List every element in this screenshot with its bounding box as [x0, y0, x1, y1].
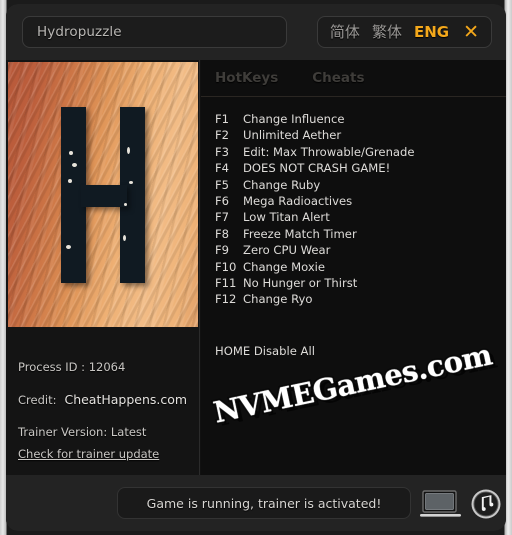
boxart-letter-h — [61, 106, 145, 283]
cheat-row[interactable]: F8 Freeze Match Timer — [215, 227, 500, 243]
lang-simplified-button[interactable]: 简体 — [330, 24, 360, 40]
cheat-row[interactable]: F7 Low Titan Alert — [215, 210, 500, 226]
cheat-label: Zero CPU Wear — [243, 243, 331, 258]
cheat-label: No Hunger or Thirst — [243, 275, 358, 290]
tab-cheats[interactable]: Cheats — [312, 70, 364, 86]
laptop-icon[interactable] — [420, 489, 462, 519]
cheat-hotkey: F12 — [215, 292, 237, 307]
tab-bar: HotKeys Cheats — [201, 60, 506, 97]
lang-traditional-button[interactable]: 繁体 — [372, 24, 402, 40]
credit-value: CheatHappens.com — [64, 392, 188, 407]
cheat-row[interactable]: F10 Change Moxie — [215, 260, 500, 276]
cheat-label: DOES NOT CRASH GAME! — [243, 161, 391, 176]
speck — [68, 178, 72, 183]
cheat-hotkey: F2 — [215, 128, 230, 143]
credit-label: Credit: — [18, 393, 57, 407]
speck — [129, 180, 133, 184]
cheat-list: F1 Change Influence F2 Unlimited Aether … — [215, 112, 500, 309]
cheat-label: Change Ruby — [243, 177, 321, 192]
speck — [66, 244, 71, 249]
cheat-row[interactable]: F3 Edit: Max Throwable/Grenade — [215, 145, 500, 161]
cheat-row[interactable]: F5 Change Ruby — [215, 178, 500, 194]
cheat-label: Low Titan Alert — [243, 210, 330, 225]
status-message-field: Game is running, trainer is activated! — [117, 487, 411, 519]
main-content: Process ID : 12064 Credit: CheatHappens.c… — [6, 60, 506, 475]
cheat-hotkey: F8 — [215, 226, 230, 241]
status-message-text: Game is running, trainer is activated! — [146, 495, 382, 511]
cheat-label: Change Influence — [243, 112, 345, 126]
speck — [124, 202, 127, 206]
trainer-window: Hydropuzzle 简体 繁体 ENG ✕ Process ID: 120… — [0, 0, 512, 535]
cheat-row[interactable]: F12 Change Ryo — [215, 292, 500, 308]
cheat-row[interactable]: F11 No Hunger or Thirst — [215, 276, 500, 292]
window-inner: Hydropuzzle 简体 繁体 ENG ✕ Process ID: 120… — [6, 4, 506, 531]
status-bar: Game is running, trainer is activated! — [6, 475, 506, 531]
speck — [72, 162, 77, 167]
cheat-hotkey: F11 — [215, 275, 237, 290]
trainer-version-text: Trainer Version: Latest — [18, 425, 147, 439]
process-id-text: Process ID : 12064 — [18, 360, 126, 374]
speck — [123, 234, 126, 241]
lang-english-button[interactable]: ENG — [414, 24, 449, 40]
cheat-label: Unlimited Aether — [243, 128, 342, 143]
cheat-hotkey: F5 — [215, 177, 230, 192]
cheat-row[interactable]: F4 DOES NOT CRASH GAME! — [215, 161, 500, 177]
speck — [69, 150, 73, 155]
cheat-row[interactable]: F9 Zero CPU Wear — [215, 243, 500, 259]
cheat-hotkey: F10 — [215, 259, 237, 274]
tab-hotkeys[interactable]: HotKeys — [215, 70, 278, 86]
cheat-hotkey: F4 — [215, 161, 230, 176]
music-note-icon[interactable] — [470, 488, 502, 520]
game-title-field[interactable]: Hydropuzzle — [22, 16, 287, 48]
close-icon[interactable]: ✕ — [463, 22, 479, 42]
title-bar: Hydropuzzle 简体 繁体 ENG ✕ — [6, 4, 506, 60]
cheat-label: Freeze Match Timer — [243, 226, 357, 241]
cheat-hotkey: F9 — [215, 243, 230, 258]
cheat-hotkey: F3 — [215, 144, 230, 159]
trainer-info: Process ID : 12064 Credit: CheatHappens.c… — [18, 360, 193, 462]
cheat-label: Edit: Max Throwable/Grenade — [243, 144, 415, 159]
cheat-row[interactable]: F1 Change Influence — [215, 112, 500, 128]
disable-all-hotkey[interactable]: HOME Disable All — [215, 344, 315, 358]
cheat-row[interactable]: F6 Mega Radioactives — [215, 194, 500, 210]
right-panel: HotKeys Cheats F1 Change Influence F2 Un… — [201, 60, 506, 475]
game-box-art — [8, 62, 198, 327]
game-title-text: Hydropuzzle — [37, 24, 122, 40]
cheat-hotkey: F6 — [215, 193, 230, 208]
credit-row: Credit: CheatHappens.com — [18, 392, 193, 407]
cheat-label: Mega Radioactives — [243, 193, 353, 208]
cheat-row[interactable]: F2 Unlimited Aether — [215, 128, 500, 144]
cheat-label: Change Moxie — [243, 259, 326, 274]
language-switcher: 简体 繁体 ENG ✕ — [316, 16, 492, 48]
h-crossbar — [81, 184, 127, 207]
cheat-hotkey: F7 — [215, 210, 230, 225]
cheat-label: Change Ryo — [243, 292, 313, 307]
cheat-hotkey: F1 — [215, 112, 230, 126]
check-for-update-link[interactable]: Check for trainer update — [18, 447, 159, 461]
speck — [127, 146, 130, 154]
left-panel: Process ID : 12064 Credit: CheatHappens.c… — [6, 60, 200, 475]
